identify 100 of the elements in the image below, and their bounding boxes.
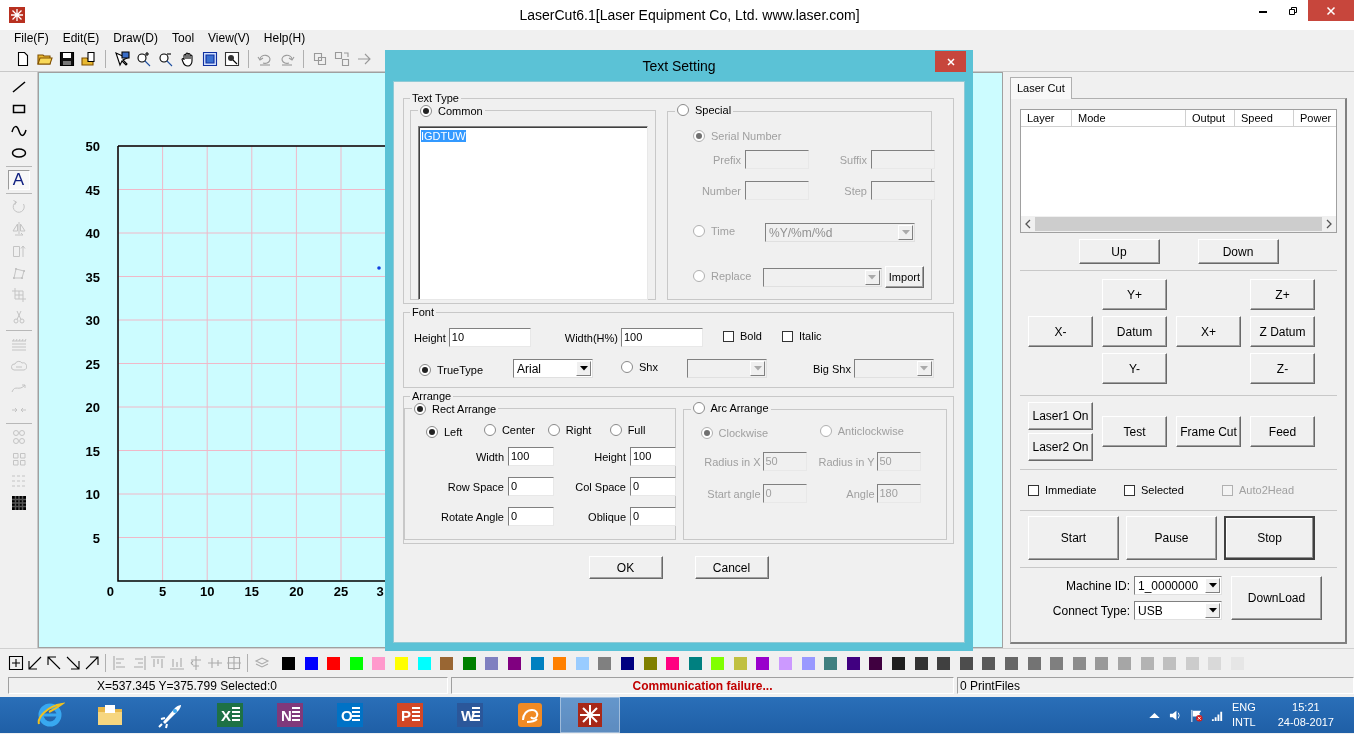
color-swatch[interactable] xyxy=(462,656,476,670)
clock-date[interactable]: 24-08-2017 xyxy=(1277,715,1334,730)
color-swatch[interactable] xyxy=(643,656,657,670)
dialog-button[interactable]: Cancel xyxy=(694,556,769,579)
color-swatch[interactable] xyxy=(959,656,973,670)
language-indicator[interactable]: ENG xyxy=(1231,700,1256,715)
clock-time[interactable]: 15:21 xyxy=(1292,700,1320,715)
close-button[interactable] xyxy=(935,51,966,72)
frame-view-button[interactable] xyxy=(201,49,219,68)
text-field[interactable]: 100 xyxy=(620,328,703,347)
color-swatch[interactable] xyxy=(937,656,951,670)
color-swatch[interactable] xyxy=(282,656,295,670)
text-field[interactable] xyxy=(745,150,809,169)
run-button[interactable]: Pause xyxy=(1126,516,1217,560)
color-swatch[interactable] xyxy=(575,656,589,670)
text-field[interactable] xyxy=(871,181,935,200)
color-swatch[interactable] xyxy=(779,656,793,670)
column-header[interactable]: Output xyxy=(1186,110,1235,126)
color-swatch[interactable] xyxy=(1005,656,1018,670)
color-swatch[interactable] xyxy=(892,656,906,670)
menu-item[interactable]: Help(H) xyxy=(263,31,306,45)
text-tool-button[interactable]: A xyxy=(7,170,30,190)
jog-button[interactable]: Z Datum xyxy=(1250,316,1315,347)
radio-button[interactable]: Arc Arrange xyxy=(692,402,769,414)
color-swatch[interactable] xyxy=(1072,656,1086,670)
dropdown-button[interactable] xyxy=(576,361,591,376)
color-swatch[interactable] xyxy=(304,656,318,670)
color-swatch[interactable] xyxy=(349,656,363,670)
jog-button[interactable]: Y+ xyxy=(1102,279,1167,310)
text-field[interactable] xyxy=(871,150,935,169)
color-swatch[interactable] xyxy=(598,656,612,670)
color-swatch[interactable] xyxy=(372,656,386,670)
checkbox[interactable]: Selected xyxy=(1124,484,1222,496)
dropdown-button[interactable] xyxy=(1205,578,1220,593)
color-swatch[interactable] xyxy=(1095,656,1109,670)
run-button[interactable]: Stop xyxy=(1224,516,1315,560)
taskbar-button[interactable] xyxy=(560,697,620,733)
text-field[interactable] xyxy=(745,181,809,200)
frame-button[interactable] xyxy=(7,654,24,672)
color-swatch[interactable] xyxy=(733,656,747,670)
color-swatch[interactable] xyxy=(711,656,725,670)
font-select[interactable]: Arial xyxy=(513,359,593,378)
color-swatch[interactable] xyxy=(1185,656,1199,670)
color-swatch[interactable] xyxy=(417,656,431,670)
checkbox[interactable]: Italic xyxy=(782,330,822,343)
laser-button[interactable]: Laser1 On xyxy=(1028,402,1093,430)
taskbar-button[interactable]: N xyxy=(260,697,320,733)
shx-font-select[interactable] xyxy=(687,359,767,378)
color-swatch[interactable] xyxy=(914,656,928,670)
menu-item[interactable]: View(V) xyxy=(208,31,250,45)
color-swatch[interactable] xyxy=(394,656,408,670)
dropdown-button[interactable] xyxy=(1205,603,1220,618)
menu-item[interactable]: File(F) xyxy=(14,31,49,45)
jog-button[interactable]: X- xyxy=(1028,316,1093,347)
keyboard-layout[interactable]: INTL xyxy=(1231,715,1256,730)
taskbar-button[interactable]: P xyxy=(380,697,440,733)
taskbar-button[interactable]: X xyxy=(200,697,260,733)
color-swatch[interactable] xyxy=(507,656,521,670)
color-swatch[interactable] xyxy=(666,656,680,670)
taskbar-button[interactable]: O xyxy=(320,697,380,733)
radio-button[interactable]: TrueType xyxy=(419,363,484,376)
radio-button[interactable]: Common xyxy=(420,105,483,117)
radio-button[interactable]: Rect Arrange xyxy=(414,403,497,415)
text-field[interactable]: 0 xyxy=(630,507,676,526)
order-button[interactable]: Up xyxy=(1078,239,1160,264)
text-field[interactable]: 10 xyxy=(448,328,531,347)
color-swatch[interactable] xyxy=(846,656,860,670)
color-swatch[interactable] xyxy=(327,656,341,670)
checkbox[interactable]: Bold xyxy=(722,330,762,343)
color-swatch[interactable] xyxy=(756,656,770,670)
color-swatch[interactable] xyxy=(1163,656,1177,670)
color-swatch[interactable] xyxy=(869,656,883,670)
color-swatch[interactable] xyxy=(1140,656,1154,670)
jog-button[interactable]: X+ xyxy=(1176,316,1241,347)
zoom-box-button[interactable] xyxy=(223,49,241,68)
color-swatch[interactable] xyxy=(824,656,838,670)
machine-id-select[interactable]: 1_0000000 xyxy=(1134,576,1222,595)
color-swatch[interactable] xyxy=(440,656,454,670)
order-button[interactable]: Down xyxy=(1197,239,1279,264)
laser-button[interactable]: Laser2 On xyxy=(1028,433,1093,461)
up-left-arrow-button[interactable] xyxy=(45,654,62,672)
select-button[interactable] xyxy=(113,49,131,68)
text-field[interactable]: 100 xyxy=(630,447,676,466)
column-header[interactable]: Power xyxy=(1294,110,1336,126)
jog-button[interactable]: Datum xyxy=(1102,316,1167,347)
import-button[interactable]: Import xyxy=(884,266,924,288)
dialog-button[interactable]: OK xyxy=(588,556,663,579)
action-button[interactable]: Feed xyxy=(1250,416,1315,447)
down-right-arrow-button[interactable] xyxy=(64,654,81,672)
ungroup-button[interactable] xyxy=(333,49,351,68)
action-button[interactable]: Frame Cut xyxy=(1176,416,1241,447)
radio-button[interactable]: Left xyxy=(426,426,463,438)
text-field[interactable]: 0 xyxy=(630,477,676,496)
radio-button[interactable]: Full xyxy=(609,424,646,436)
download-button[interactable]: DownLoad xyxy=(1231,576,1322,620)
zoom-in-button[interactable] xyxy=(135,49,153,68)
replace-select[interactable] xyxy=(762,267,882,287)
jog-button[interactable]: Y- xyxy=(1102,353,1167,384)
color-swatch[interactable] xyxy=(530,656,544,670)
radio-button[interactable]: Shx xyxy=(621,361,658,373)
